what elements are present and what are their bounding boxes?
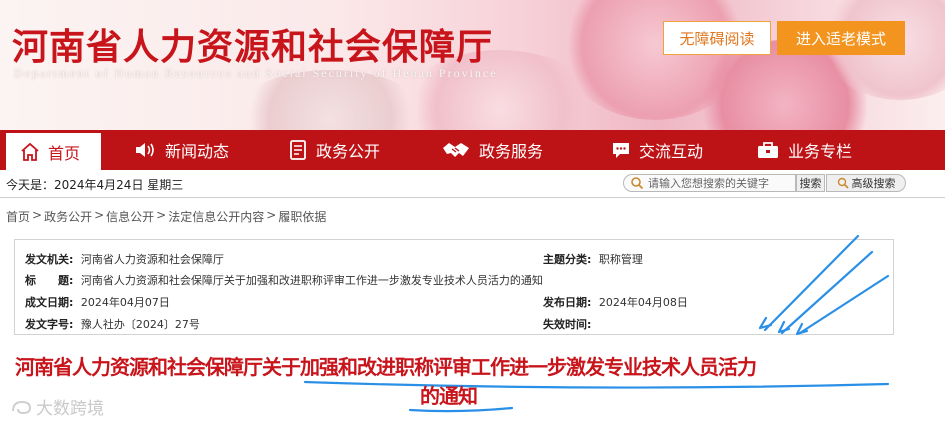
site-subtitle: Department of Human Resources and Social… — [14, 66, 498, 80]
title-value: 河南省人力资源和社会保障厅关于加强和改进职称评审工作进一步激发专业技术人员活力的… — [80, 274, 543, 287]
watermark: 大数跨境 — [10, 394, 104, 419]
nav-item-interaction[interactable]: 交流互动 — [564, 130, 714, 170]
briefcase-icon — [758, 142, 778, 158]
watermark-text: 大数跨境 — [36, 399, 104, 419]
article-title-line1: 河南省人力资源和社会保障厅关于加强和改进职称评审工作进一步激发专业技术人员活力 — [15, 355, 757, 379]
elder-mode-button[interactable]: 进入适老模式 — [777, 21, 905, 55]
home-icon — [21, 142, 39, 161]
advanced-search-button[interactable]: 高级搜索 — [826, 174, 906, 192]
created-value: 2024年04月07日 — [80, 296, 170, 309]
published-value: 2024年04月08日 — [598, 296, 688, 309]
info-row-title: 标 题: 河南省人力资源和社会保障厅关于加强和改进职称评审工作进一步激发专业技术… — [25, 272, 543, 288]
info-row-doc-no: 发文字号: 豫人社办〔2024〕27号 — [25, 316, 200, 332]
nav-item-label: 业务专栏 — [788, 142, 853, 161]
nav-item-label: 新闻动态 — [165, 142, 230, 161]
advanced-search-icon — [837, 177, 849, 189]
date-line: 今天是：2024年4月24日 星期三 — [6, 178, 184, 192]
header-banner: 河南省人力资源和社会保障厅 Department of Human Resour… — [0, 0, 945, 130]
annotation-underline — [303, 380, 890, 389]
search-button[interactable]: 搜索 — [796, 174, 825, 192]
published-label: 发布日期: — [543, 296, 592, 309]
site-title: 河南省人力资源和社会保障厅 — [12, 26, 494, 68]
main-nav: 首页 新闻动态 政务公开 政务服务 交流互动 业务专栏 — [0, 130, 945, 170]
nav-item-home[interactable]: 首页 — [6, 130, 101, 170]
subject-label: 主题分类: — [543, 253, 592, 266]
subject-value: 职称管理 — [598, 253, 643, 266]
breadcrumb-item[interactable]: 法定信息公开内容 — [168, 208, 264, 225]
breadcrumb-item[interactable]: 政务公开 — [44, 208, 92, 225]
handshake-icon — [443, 143, 469, 157]
nav-item-label: 政务服务 — [479, 142, 544, 161]
issuer-label: 发文机关: — [25, 253, 74, 266]
search-icon — [631, 177, 644, 190]
info-row-issuer: 发文机关: 河南省人力资源和社会保障厅 — [25, 251, 224, 267]
breadcrumb-item[interactable]: 履职依据 — [278, 208, 326, 225]
advanced-search-label: 高级搜索 — [851, 177, 896, 190]
created-label: 成文日期: — [25, 296, 74, 309]
info-row-created: 成文日期: 2024年04月07日 — [25, 294, 170, 310]
nav-item-news[interactable]: 新闻动态 — [101, 130, 254, 170]
info-row-published: 发布日期: 2024年04月08日 — [543, 294, 688, 310]
accessible-reading-button[interactable]: 无障碍阅读 — [663, 21, 771, 55]
info-row-subject: 主题分类: 职称管理 — [543, 251, 643, 267]
info-row-expiry: 失效时间: — [543, 316, 595, 332]
document-info-table: 发文机关: 河南省人力资源和社会保障厅 主题分类: 职称管理 标 题: 河南省人… — [14, 239, 894, 335]
search-placeholder: 请输入您想搜索的关键字 — [648, 177, 769, 190]
nav-item-label: 首页 — [48, 143, 81, 163]
issuer-value: 河南省人力资源和社会保障厅 — [80, 253, 224, 266]
breadcrumb-item[interactable]: 信息公开 — [106, 208, 154, 225]
nav-item-label: 交流互动 — [639, 142, 704, 161]
doc-no-label: 发文字号: — [25, 318, 74, 331]
nav-item-label: 政务公开 — [316, 142, 381, 161]
expiry-label: 失效时间: — [543, 318, 592, 331]
title-label: 标 题: — [25, 274, 74, 287]
divider — [0, 197, 945, 198]
nav-item-gov-service[interactable]: 政务服务 — [404, 130, 564, 170]
article-title-line2: 的通知 — [420, 384, 478, 408]
nav-item-business[interactable]: 业务专栏 — [714, 130, 879, 170]
breadcrumb-item[interactable]: 首页 — [6, 208, 30, 225]
watermark-logo-icon — [12, 400, 32, 414]
nav-item-gov-affairs[interactable]: 政务公开 — [254, 130, 404, 170]
breadcrumb: 首页 > 政务公开 > 信息公开 > 法定信息公开内容 > 履职依据 — [6, 208, 327, 225]
document-icon — [290, 140, 306, 160]
doc-no-value: 豫人社办〔2024〕27号 — [80, 318, 200, 331]
search-input[interactable]: 请输入您想搜索的关键字 — [623, 174, 796, 192]
chat-icon — [613, 143, 629, 158]
speaker-icon — [136, 143, 154, 157]
